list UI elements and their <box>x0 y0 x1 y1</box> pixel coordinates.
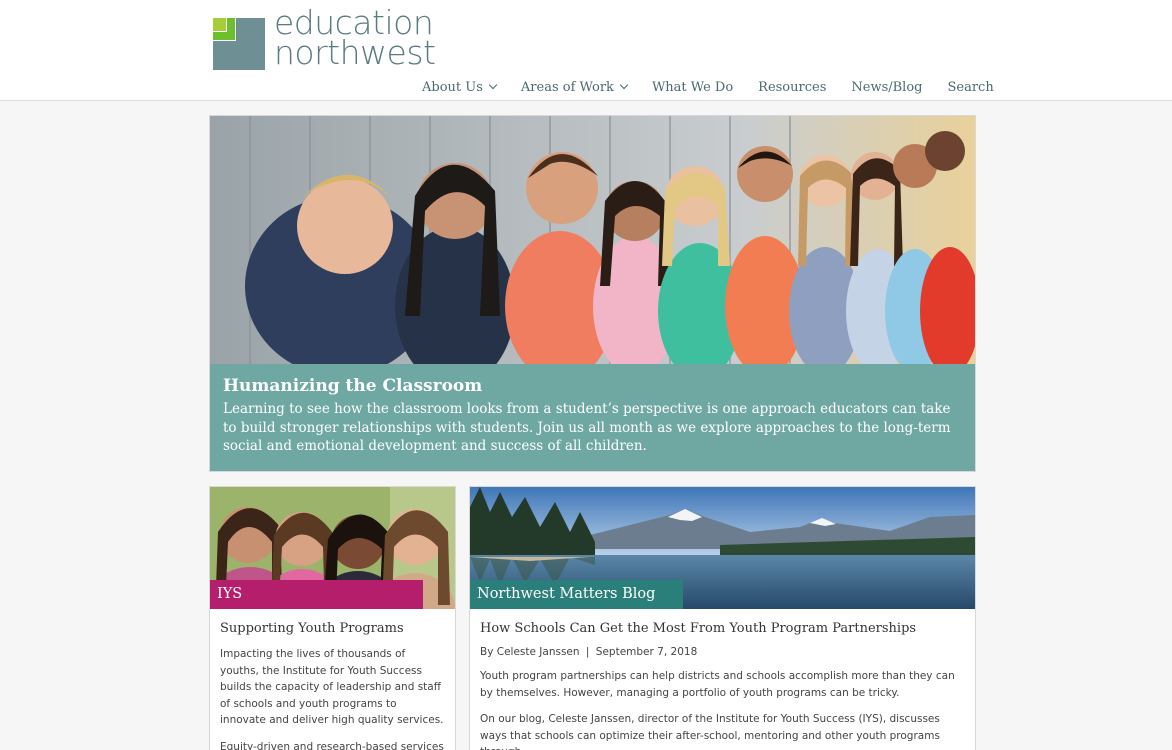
byline-separator: | <box>585 646 590 658</box>
site-header: education northwest About Us Areas of Wo… <box>0 0 1172 101</box>
hero-text: Learning to see how the classroom looks … <box>223 401 951 454</box>
blog-paragraph-2: On our blog, Celeste Janssen, director o… <box>480 713 940 750</box>
iys-card[interactable]: IYS Supporting Youth Programs Impacting … <box>209 486 456 750</box>
nav-news-blog[interactable]: News/Blog <box>851 78 922 96</box>
chevron-down-icon <box>488 80 498 90</box>
nav-label: News/Blog <box>851 79 923 95</box>
iys-paragraph-2: Equity-driven and research-based service… <box>220 740 444 750</box>
iys-label[interactable]: IYS <box>210 580 423 609</box>
blog-post-title[interactable]: How Schools Can Get the Most From Youth … <box>480 620 966 637</box>
nav-label: Resources <box>758 79 827 95</box>
nav-about-us[interactable]: About Us <box>422 78 498 96</box>
hero-title[interactable]: Humanizing the Classroom <box>223 375 962 397</box>
hero-caption: Humanizing the Classroom Learning to see… <box>210 364 975 471</box>
chevron-down-icon <box>619 80 629 90</box>
blog-card[interactable]: Northwest Matters Blog How Schools Can G… <box>469 486 976 750</box>
nav-areas-of-work[interactable]: Areas of Work <box>520 78 629 96</box>
blog-label[interactable]: Northwest Matters Blog <box>470 580 683 609</box>
nav-label: About Us <box>422 79 483 95</box>
nav-resources[interactable]: Resources <box>758 78 826 96</box>
nav-what-we-do[interactable]: What We Do <box>652 78 733 96</box>
blog-byline: By Celeste Janssen | September 7, 2018 <box>480 646 966 658</box>
hero-students-image <box>210 116 975 364</box>
nav-label: What We Do <box>651 79 734 95</box>
logo-line-2: northwest <box>274 33 436 72</box>
blog-card-body: How Schools Can Get the Most From Youth … <box>480 620 966 750</box>
nav-search[interactable]: Search <box>947 78 993 96</box>
blog-date: September 7, 2018 <box>595 646 698 658</box>
main-nav: About Us Areas of Work What We Do Resour… <box>422 78 994 96</box>
nav-label: Search <box>947 79 994 95</box>
iys-paragraph-1: Impacting the lives of thousands of yout… <box>220 648 444 726</box>
site-logo[interactable]: education northwest <box>213 6 443 74</box>
iys-card-body: Supporting Youth Programs Impacting the … <box>220 620 445 750</box>
blog-paragraph-1: Youth program partnerships can help dist… <box>480 670 955 699</box>
iys-card-title[interactable]: Supporting Youth Programs <box>220 620 445 637</box>
logo-wordmark: education northwest <box>274 6 436 72</box>
hero-feature[interactable]: Humanizing the Classroom Learning to see… <box>209 115 976 472</box>
nav-label: Areas of Work <box>520 79 614 95</box>
logo-mark-icon <box>213 18 265 70</box>
blog-author: By Celeste Janssen <box>480 646 580 658</box>
